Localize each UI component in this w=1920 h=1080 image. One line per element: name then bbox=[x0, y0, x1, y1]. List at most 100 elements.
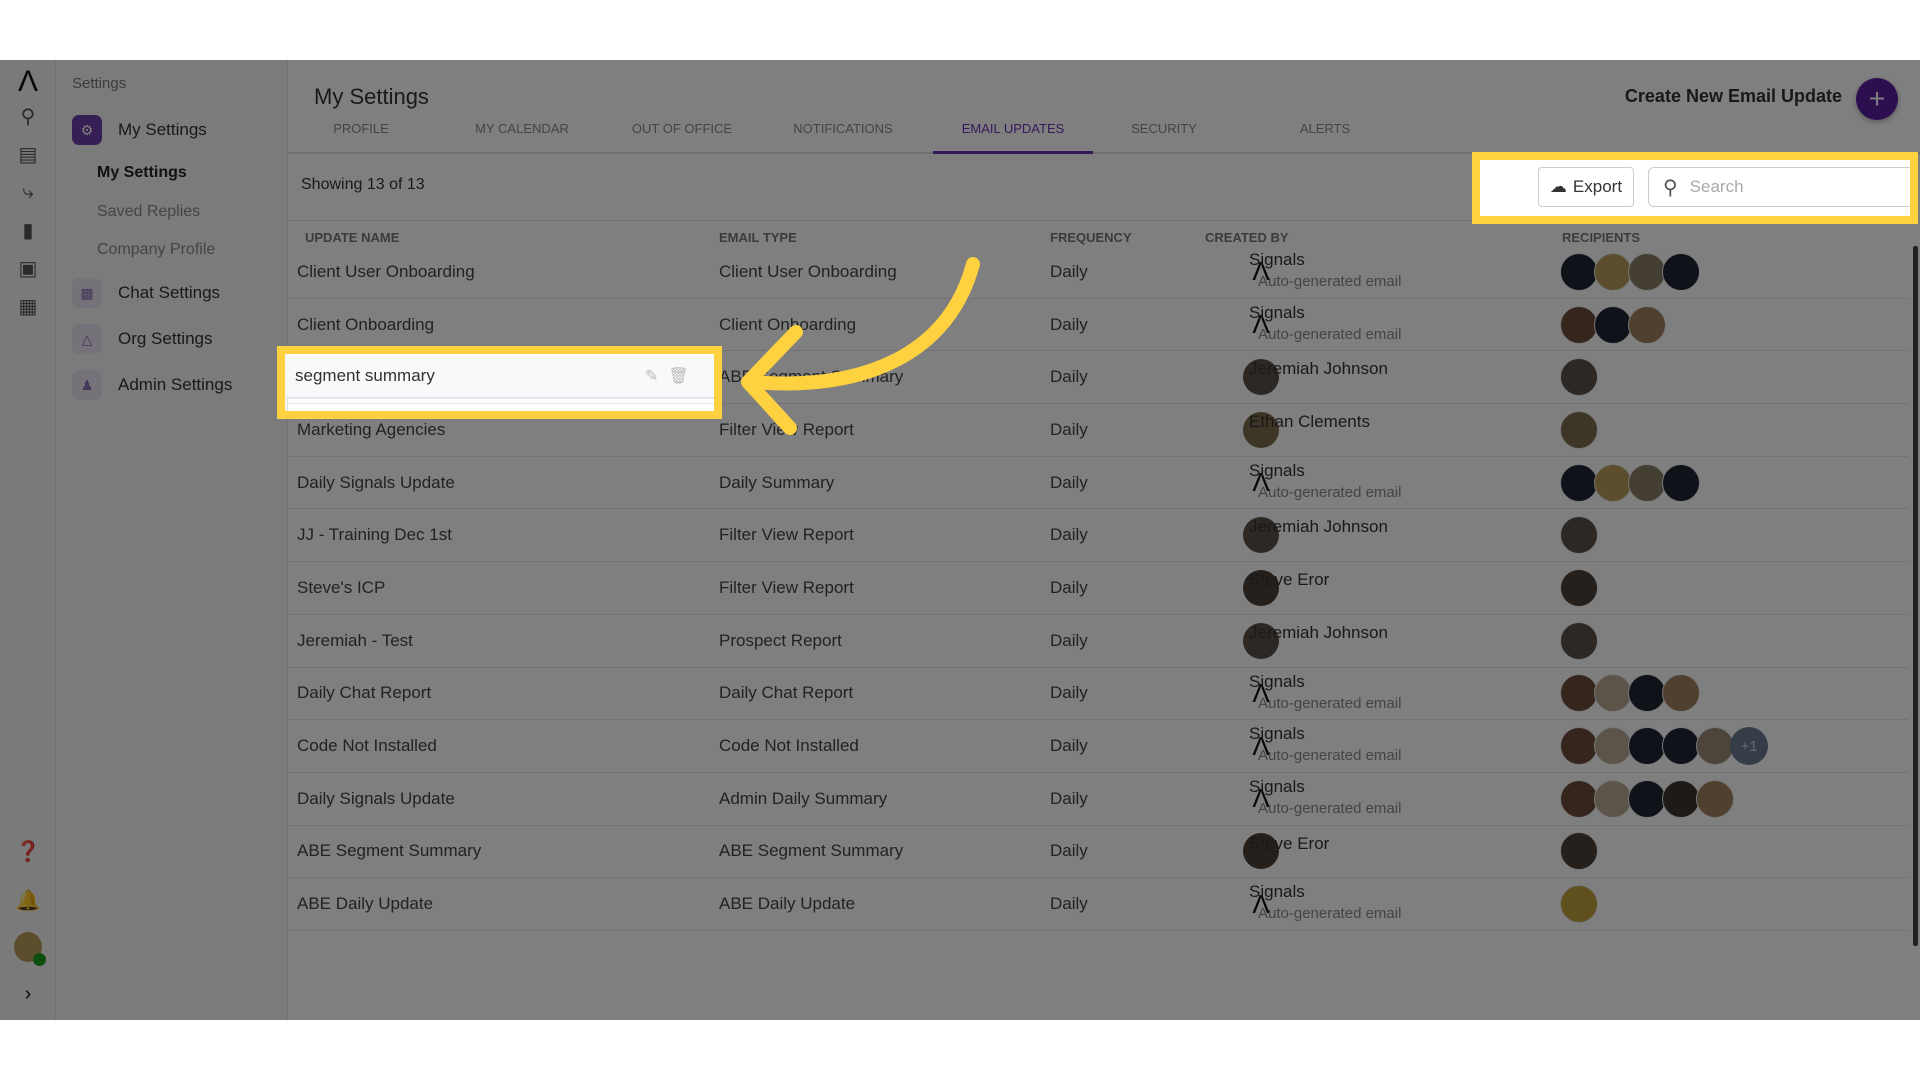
table-row[interactable]: ABE Daily Update ABE Daily Update Daily Λ Si… bbox=[288, 878, 1908, 931]
tab-notifications[interactable]: NOTIFICATIONS bbox=[763, 118, 923, 154]
recipient-avatar[interactable] bbox=[1594, 463, 1632, 502]
table-row[interactable]: Daily Chat Report Daily Chat Report Daily Λ… bbox=[288, 668, 1908, 721]
update-name-input[interactable] bbox=[295, 366, 635, 387]
update-name[interactable]: ABE Segment Summary bbox=[297, 841, 481, 861]
update-name[interactable]: Client Onboarding bbox=[297, 315, 434, 335]
recipient-avatar[interactable] bbox=[1594, 252, 1632, 291]
more-recipients-badge[interactable]: +1 bbox=[1730, 727, 1768, 766]
recipient-avatar[interactable] bbox=[1560, 358, 1598, 397]
table-row[interactable]: Steve's ICP Filter View Report Daily Steve … bbox=[288, 562, 1908, 615]
tab-profile[interactable]: PROFILE bbox=[281, 118, 441, 154]
update-name[interactable]: JJ - Training Dec 1st bbox=[297, 525, 452, 545]
globe-search-icon[interactable]: ⚲ bbox=[14, 102, 42, 130]
recipient-avatar[interactable] bbox=[1628, 674, 1666, 713]
recipient-avatar[interactable] bbox=[1594, 674, 1632, 713]
pencil-icon[interactable]: ✎ bbox=[645, 366, 658, 386]
tab-my-calendar[interactable]: MY CALENDAR bbox=[442, 118, 602, 154]
recipient-avatar[interactable] bbox=[1560, 410, 1598, 449]
column-header-recipients[interactable]: RECIPIENTS bbox=[1562, 230, 1640, 245]
update-name[interactable]: Code Not Installed bbox=[297, 736, 437, 756]
recipient-avatar[interactable] bbox=[1628, 252, 1666, 291]
recipient-avatar[interactable] bbox=[1560, 727, 1598, 766]
recipient-avatar[interactable] bbox=[1560, 516, 1598, 555]
recipient-avatar[interactable] bbox=[1594, 305, 1632, 344]
frequency: Daily bbox=[1050, 367, 1088, 387]
create-email-update-button[interactable]: + bbox=[1856, 78, 1898, 120]
update-name[interactable]: ABE Daily Update bbox=[297, 894, 433, 914]
update-name[interactable]: Jeremiah - Test bbox=[297, 631, 413, 651]
tab-alerts[interactable]: ALERTS bbox=[1245, 118, 1405, 154]
column-header-created-by[interactable]: CREATED BY bbox=[1205, 230, 1289, 245]
trash-icon[interactable]: 🗑 bbox=[668, 366, 688, 386]
recipient-avatar[interactable] bbox=[1560, 621, 1598, 660]
routing-icon[interactable]: ⤷ bbox=[14, 178, 42, 206]
bar-chart-icon[interactable]: ▮ bbox=[14, 216, 42, 244]
recipient-avatar[interactable] bbox=[1560, 779, 1598, 818]
chat-icon[interactable]: ▤ bbox=[14, 140, 42, 168]
recipient-avatar[interactable] bbox=[1696, 779, 1734, 818]
table-row[interactable]: Daily Signals Update Admin Daily Summary D… bbox=[288, 773, 1908, 826]
recipient-avatar[interactable] bbox=[1560, 832, 1598, 871]
recipient-avatar[interactable] bbox=[1628, 727, 1666, 766]
update-name[interactable]: Client User Onboarding bbox=[297, 262, 475, 282]
update-name-edit-field[interactable]: ✎🗑 bbox=[286, 355, 716, 400]
expand-chevron-icon[interactable]: › bbox=[14, 980, 42, 1008]
recipient-avatar[interactable] bbox=[1662, 779, 1700, 818]
help-icon[interactable]: ❓ bbox=[14, 837, 42, 865]
update-name[interactable]: Daily Chat Report bbox=[297, 683, 431, 703]
recipient-avatar[interactable] bbox=[1628, 305, 1666, 344]
sidebar-group-my-settings[interactable]: ⚙ My Settings bbox=[72, 115, 207, 145]
tab-email-updates[interactable]: EMAIL UPDATES bbox=[933, 118, 1093, 154]
update-name[interactable]: Steve's ICP bbox=[297, 578, 385, 598]
scrollbar[interactable] bbox=[1913, 246, 1918, 946]
sidebar-item-company-profile[interactable]: Company Profile bbox=[97, 241, 215, 259]
contacts-icon[interactable]: ▣ bbox=[14, 254, 42, 282]
recipient-avatar[interactable] bbox=[1628, 779, 1666, 818]
table-row[interactable]: Daily Signals Update Daily Summary Daily Λ S… bbox=[288, 457, 1908, 510]
column-header-email-type[interactable]: EMAIL TYPE bbox=[719, 230, 797, 245]
sidebar-group-chat-settings[interactable]: ▩ Chat Settings bbox=[72, 278, 220, 308]
table-row[interactable]: Marketing Agencies Filter View Report Dail… bbox=[288, 404, 1908, 457]
table-row[interactable]: Code Not Installed Code Not Installed Dail… bbox=[288, 720, 1908, 773]
building-icon[interactable]: ▦ bbox=[14, 292, 42, 320]
creator-subtitle: Auto-generated email bbox=[1258, 799, 1402, 817]
sidebar-item-saved-replies[interactable]: Saved Replies bbox=[97, 203, 200, 221]
sidebar-group-org-settings[interactable]: △ Org Settings bbox=[72, 324, 213, 354]
search-input[interactable] bbox=[1689, 177, 1870, 197]
sidebar-group-admin-settings[interactable]: ♟ Admin Settings bbox=[72, 370, 232, 400]
recipient-avatar[interactable] bbox=[1662, 674, 1700, 713]
export-button[interactable]: ☁ Export bbox=[1538, 167, 1634, 207]
recipient-avatar[interactable] bbox=[1560, 305, 1598, 344]
table-row[interactable]: Jeremiah - Test Prospect Report Daily Jerem… bbox=[288, 615, 1908, 668]
table-row[interactable]: Client Onboarding Client Onboarding Daily Λ… bbox=[288, 299, 1908, 352]
update-name[interactable]: Daily Signals Update bbox=[297, 789, 455, 809]
sidebar-item-my-settings[interactable]: My Settings bbox=[97, 164, 187, 182]
table-row[interactable]: ABE Segment Summary ABE Segment Summary Da… bbox=[288, 826, 1908, 879]
tab-security[interactable]: SECURITY bbox=[1084, 118, 1244, 154]
logo-icon[interactable]: Λ bbox=[14, 65, 42, 98]
recipient-avatar[interactable] bbox=[1560, 674, 1598, 713]
column-header-frequency[interactable]: FREQUENCY bbox=[1050, 230, 1132, 245]
user-avatar[interactable] bbox=[14, 932, 46, 966]
tab-out-of-office[interactable]: OUT OF OFFICE bbox=[602, 118, 762, 154]
recipient-avatar[interactable] bbox=[1560, 568, 1598, 607]
update-name[interactable]: Marketing Agencies bbox=[297, 420, 445, 440]
search-field[interactable]: ⚲ bbox=[1648, 167, 1918, 207]
recipient-avatar[interactable] bbox=[1662, 252, 1700, 291]
recipient-avatar[interactable] bbox=[1560, 252, 1598, 291]
table-row[interactable]: Client User Onboarding Client User Onboar… bbox=[288, 246, 1908, 299]
column-header-update-name[interactable]: UPDATE NAME bbox=[305, 230, 399, 245]
recipient-avatar[interactable] bbox=[1696, 727, 1734, 766]
recipient-avatar[interactable] bbox=[1594, 727, 1632, 766]
recipient-avatar[interactable] bbox=[1662, 463, 1700, 502]
update-name[interactable]: Daily Signals Update bbox=[297, 473, 455, 493]
recipient-avatar[interactable] bbox=[1628, 463, 1666, 502]
recipient-avatar[interactable] bbox=[1662, 727, 1700, 766]
table-row[interactable]: ✎🗑ABE Segment SummaryDailyJeremiah Johns… bbox=[286, 351, 1908, 405]
recipient-avatar[interactable] bbox=[1560, 463, 1598, 502]
table-row[interactable]: JJ - Training Dec 1st Filter View Report D… bbox=[288, 509, 1908, 563]
create-new-email-update-label[interactable]: Create New Email Update bbox=[1625, 86, 1842, 107]
bell-icon[interactable]: 🔔 bbox=[14, 886, 42, 914]
recipient-avatar[interactable] bbox=[1594, 779, 1632, 818]
recipient-avatar[interactable] bbox=[1560, 885, 1598, 924]
